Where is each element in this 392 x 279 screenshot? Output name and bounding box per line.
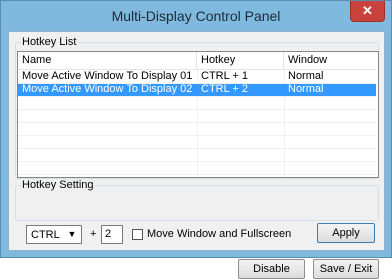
- row-divider: [18, 122, 376, 123]
- client-area: Hotkey List Name Hotkey Window Move Acti…: [8, 31, 385, 279]
- apply-button[interactable]: Apply: [317, 223, 375, 243]
- disable-button[interactable]: Disable: [238, 259, 305, 279]
- window-cell: Normal: [288, 83, 324, 95]
- row-divider: [18, 109, 376, 110]
- name-cell: Move Active Window To Display 02: [22, 83, 193, 95]
- hotkey-list-view[interactable]: Name Hotkey Window Move Active Window To…: [17, 51, 379, 178]
- chevron-down-icon[interactable]: ▼: [65, 227, 79, 242]
- row-divider: [18, 96, 376, 97]
- list-rows: Move Active Window To Display 01 CTRL + 1…: [18, 70, 376, 175]
- fullscreen-label[interactable]: Move Window and Fullscreen: [147, 228, 291, 240]
- hotkey-list-legend: Hotkey List: [22, 36, 77, 48]
- save-exit-button[interactable]: Save / Exit: [313, 259, 379, 279]
- table-row[interactable]: Move Active Window To Display 02 CTRL + 2…: [18, 83, 376, 96]
- row-divider: [18, 174, 376, 175]
- window-title: Multi-Display Control Panel: [111, 8, 281, 24]
- table-row[interactable]: Move Active Window To Display 01 CTRL + 1…: [18, 70, 376, 83]
- modifier-value: CTRL: [31, 229, 60, 241]
- list-header: Name Hotkey Window: [18, 52, 376, 70]
- row-divider: [18, 161, 376, 162]
- window-cell: Normal: [288, 70, 324, 82]
- column-header-window[interactable]: Window: [284, 52, 376, 69]
- name-cell: Move Active Window To Display 01: [22, 70, 193, 82]
- row-divider: [18, 135, 376, 136]
- column-header-name[interactable]: Name: [18, 52, 197, 69]
- close-button[interactable]: ✕: [350, 1, 385, 22]
- fullscreen-checkbox[interactable]: [132, 229, 143, 240]
- title-bar[interactable]: Multi-Display Control Panel ✕: [1, 1, 391, 31]
- close-icon: ✕: [362, 3, 373, 18]
- key-input[interactable]: 2: [101, 225, 123, 244]
- row-divider: [18, 83, 376, 84]
- row-divider: [18, 148, 376, 149]
- hotkey-setting-legend: Hotkey Setting: [22, 179, 94, 191]
- hotkey-setting-group: Hotkey Setting: [15, 179, 379, 221]
- plus-label: +: [90, 228, 97, 240]
- modifier-dropdown[interactable]: CTRL ▼: [26, 225, 82, 244]
- hotkey-cell: CTRL + 2: [201, 83, 248, 95]
- column-header-hotkey[interactable]: Hotkey: [197, 52, 284, 69]
- hotkey-cell: CTRL + 1: [201, 70, 248, 82]
- app-window: Multi-Display Control Panel ✕ Hotkey Lis…: [0, 0, 392, 279]
